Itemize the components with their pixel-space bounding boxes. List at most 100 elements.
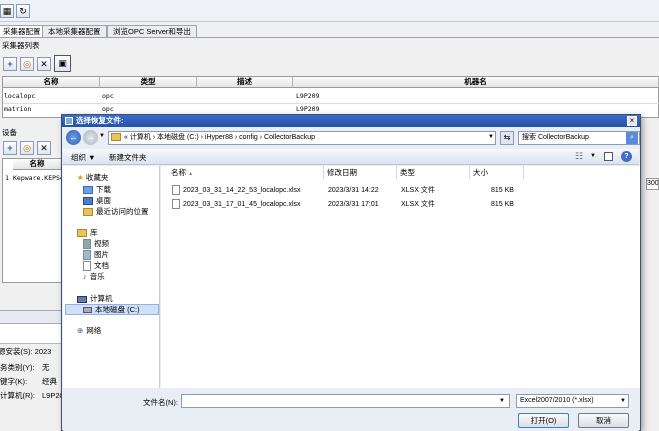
col-name[interactable]: 名称 xyxy=(3,77,100,88)
nav-label: 桌面 xyxy=(96,196,111,205)
nav-label: 音乐 xyxy=(89,272,105,281)
folder-icon xyxy=(111,133,121,142)
delete-icon[interactable]: ✕ xyxy=(37,141,51,155)
search-input[interactable]: 搜索 CollectorBackup xyxy=(518,131,640,145)
nav-videos[interactable]: 视频 xyxy=(83,239,109,250)
tab-divider xyxy=(0,37,659,38)
dialog-app-icon xyxy=(65,117,73,125)
documents-icon xyxy=(83,261,91,272)
refresh-icon[interactable]: ↻ xyxy=(16,4,30,18)
col-machine[interactable]: 机器名 xyxy=(293,77,659,88)
prop-value: 无 xyxy=(42,363,50,372)
history-dropdown-icon[interactable]: ▼ xyxy=(99,133,105,139)
dialog-title: 选择恢复文件: xyxy=(62,115,640,127)
view-dropdown-icon[interactable]: ▼ xyxy=(590,153,596,159)
network-item[interactable]: ⊕ 网络 xyxy=(77,326,101,336)
row-type[interactable]: opc xyxy=(102,91,114,102)
col-type[interactable]: 类型 xyxy=(100,77,197,88)
desktop-icon xyxy=(83,197,93,206)
device-row-num: 1 xyxy=(5,174,9,182)
organize-button[interactable]: 组织 ▼ xyxy=(71,152,96,163)
disk-icon xyxy=(83,307,92,314)
row-name[interactable]: matrion xyxy=(4,104,31,115)
delete-icon[interactable]: ✕ xyxy=(37,57,51,71)
nav-desktop[interactable]: 桌面 xyxy=(83,196,111,206)
computer-label: 计算机 xyxy=(90,294,113,303)
nav-recent[interactable]: 最近访问的位置 xyxy=(83,207,149,217)
filename-dropdown-icon[interactable]: ▼ xyxy=(499,398,505,404)
file-date: 2023/3/31 14:22 xyxy=(328,187,379,194)
row-machine[interactable]: L9P209 xyxy=(296,91,319,102)
device-row-value[interactable]: Kepware.KEPSe xyxy=(13,173,64,184)
cancel-button[interactable]: 取消 xyxy=(578,413,629,428)
library-icon xyxy=(77,229,87,238)
breadcrumb[interactable]: « 计算机 › 本地磁盘 (C:) › iHyper88 › config › … xyxy=(124,134,315,141)
prop-label: 务类别(Y): xyxy=(0,363,35,372)
forward-icon[interactable]: → xyxy=(83,130,98,145)
computer-item[interactable]: 计算机 xyxy=(77,294,113,304)
filename-input[interactable] xyxy=(181,394,510,408)
prop-label: 键字(K): xyxy=(0,377,28,386)
file-name: 2023_03_31_14_22_53_localopc.xlsx xyxy=(172,185,301,197)
collector-list-label: 采集器列表 xyxy=(2,41,40,50)
preview-pane-icon[interactable] xyxy=(604,152,613,161)
nav-row: ← → ▼ « 计算机 › 本地磁盘 (C:) › iHyper88 › con… xyxy=(64,129,640,147)
file-row[interactable]: 2023_03_31_17_01_45_localopc.xlsx 2023/3… xyxy=(161,199,640,211)
tab-browse-opc[interactable]: 浏览OPC Server和导出 xyxy=(107,25,197,37)
search-icon[interactable]: ⌕ xyxy=(626,132,638,144)
row-name[interactable]: localopc xyxy=(4,91,35,102)
file-type-dropdown-icon[interactable]: ▼ xyxy=(620,398,626,404)
col-desc[interactable]: 描述 xyxy=(197,77,293,88)
grid-icon[interactable]: ▦ xyxy=(0,4,14,18)
recent-places-icon xyxy=(83,208,93,217)
tab-local-collector[interactable]: 本地采集器配置 xyxy=(42,25,107,37)
settings-icon[interactable]: ◎ xyxy=(20,57,34,71)
dialog-bottom: 文件名(N): ▼ Excel2007/2010 (*.xlsx) ▼ 打开(O… xyxy=(63,389,639,431)
prop-top-partial: 源安装(S): 2023 xyxy=(0,347,52,356)
add-icon[interactable]: + xyxy=(3,141,17,155)
network-label: 网络 xyxy=(86,326,102,335)
device-label: 设备 xyxy=(2,128,17,137)
file-date: 2023/3/31 17:01 xyxy=(328,201,379,208)
file-col-date[interactable]: 修改日期 xyxy=(324,166,397,179)
nav-label: 图片 xyxy=(94,250,109,259)
new-folder-button[interactable]: 新建文件夹 xyxy=(109,152,147,163)
command-bar: 组织 ▼ 新建文件夹 ☷ ▼ ? xyxy=(63,149,639,165)
file-col-size[interactable]: 大小 xyxy=(470,166,524,179)
tab-collector-config[interactable]: 采集器配置 xyxy=(0,25,47,37)
file-col-name[interactable]: 名称 ▲ xyxy=(168,166,324,179)
file-size: 815 KB xyxy=(491,201,514,208)
open-button[interactable]: 打开(O) xyxy=(518,413,569,428)
video-icon xyxy=(83,239,91,250)
library-item[interactable]: 库 xyxy=(77,228,98,238)
nav-pictures[interactable]: 图片 xyxy=(83,250,109,261)
view-icon[interactable]: ☷ xyxy=(575,151,583,162)
file-type-select[interactable]: Excel2007/2010 (*.xlsx) xyxy=(516,394,629,408)
right-partial-field[interactable]: 300 xyxy=(646,178,659,190)
nav-music[interactable]: ♪ 音乐 xyxy=(83,272,105,282)
download-icon xyxy=(83,186,93,195)
computer-icon xyxy=(77,295,87,303)
favorites-item[interactable]: ★ 收藏夹 xyxy=(77,173,108,183)
back-icon[interactable]: ← xyxy=(66,130,81,145)
nav-download[interactable]: 下载 xyxy=(83,185,111,195)
nav-documents[interactable]: 文档 xyxy=(83,261,109,272)
nav-disk[interactable]: 本地磁盘 (C:) xyxy=(83,305,140,315)
network-icon: ⊕ xyxy=(77,326,84,335)
close-icon[interactable]: × xyxy=(627,116,637,126)
settings-icon[interactable]: ◎ xyxy=(20,141,34,155)
address-dropdown-icon[interactable]: ▼ xyxy=(488,134,494,140)
file-col-type[interactable]: 类型 xyxy=(397,166,470,179)
xlsx-file-icon xyxy=(172,185,180,196)
col-label: 名称 xyxy=(171,168,186,177)
device-col-name[interactable]: 名称 xyxy=(13,159,62,170)
save-icon[interactable]: ▣ xyxy=(54,55,71,72)
file-row[interactable]: 2023_03_31_14_22_53_localopc.xlsx 2023/3… xyxy=(161,185,640,197)
add-icon[interactable]: + xyxy=(3,57,17,71)
address-bar[interactable]: « 计算机 › 本地磁盘 (C:) › iHyper88 › config › … xyxy=(108,131,496,145)
file-size: 815 KB xyxy=(491,187,514,194)
refresh-icon[interactable]: ⇆ xyxy=(500,131,514,145)
help-icon[interactable]: ? xyxy=(621,151,632,162)
sort-ascending-icon: ▲ xyxy=(188,171,194,177)
nav-label: 下载 xyxy=(96,185,111,194)
